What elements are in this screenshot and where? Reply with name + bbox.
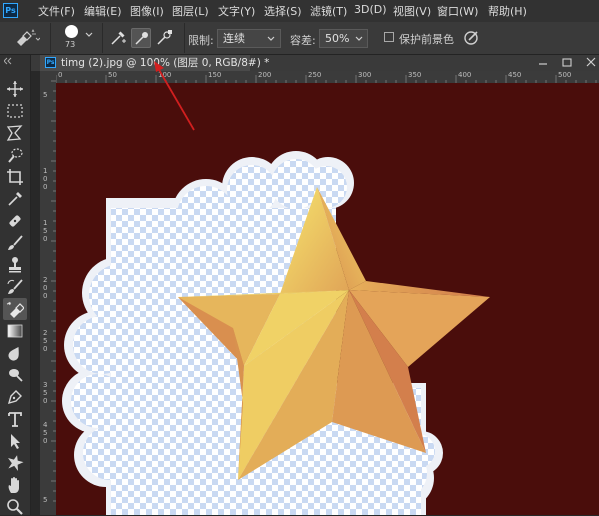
sampling-once-button[interactable] — [131, 28, 151, 48]
ruler-label: 200 — [258, 71, 272, 79]
annotation-arrow — [154, 61, 195, 131]
limit-dropdown[interactable]: 连续 — [217, 29, 281, 48]
gradient-tool-icon[interactable] — [6, 322, 24, 340]
menu-type[interactable]: 文字(Y) — [218, 3, 255, 19]
ruler-label: 5 — [43, 91, 48, 99]
document-canvas[interactable] — [56, 83, 599, 515]
type-tool-icon[interactable] — [6, 410, 24, 428]
clone-stamp-tool-icon[interactable] — [6, 256, 24, 274]
menu-3d[interactable]: 3D(D) — [354, 3, 387, 16]
eyedropper-tool-icon[interactable] — [6, 190, 24, 208]
move-tool-icon[interactable] — [6, 80, 24, 98]
menu-view[interactable]: 视图(V) — [393, 3, 431, 19]
brush-preview-icon[interactable] — [65, 25, 78, 38]
crop-tool-icon[interactable] — [6, 168, 24, 186]
ruler-label: 50 — [108, 71, 117, 79]
ruler-label: 500 — [558, 71, 572, 79]
ruler-label: 3 5 0 — [43, 381, 48, 405]
pressure-size-icon[interactable] — [463, 29, 481, 47]
ruler-label: 400 — [458, 71, 472, 79]
chevron-down-icon[interactable] — [85, 32, 93, 38]
ruler-label: 2 0 0 — [43, 276, 48, 300]
pen-tool-icon[interactable] — [6, 388, 24, 406]
dodge-tool-icon[interactable] — [6, 366, 24, 384]
menu-layer[interactable]: 图层(L) — [172, 3, 209, 19]
menu-image[interactable]: 图像(I) — [130, 3, 164, 19]
close-icon[interactable] — [585, 57, 597, 67]
options-bar: 73 限制: 连续 容差: 50% 保护前景色 — [0, 22, 599, 55]
tolerance-label: 容差: — [290, 34, 316, 47]
ruler-label: 350 — [408, 71, 422, 79]
sampling-continuous-button[interactable] — [108, 28, 128, 48]
healing-brush-tool-icon[interactable] — [6, 212, 24, 230]
vertical-ruler: 5 1 0 0 1 5 0 2 0 0 2 5 0 3 5 0 4 5 0 5 — [40, 71, 57, 515]
ps-document-icon: Ps — [45, 57, 56, 68]
ruler-label: 1 5 0 — [43, 219, 48, 243]
menu-filter[interactable]: 滤镜(T) — [310, 3, 347, 19]
limit-value: 连续 — [223, 32, 245, 45]
sampling-background-swatch-button[interactable] — [154, 28, 174, 48]
ruler-label: 2 5 0 — [43, 329, 48, 353]
divider — [50, 23, 51, 53]
ruler-label: 1 0 0 — [43, 167, 48, 191]
ruler-label: 4 5 0 — [43, 421, 48, 445]
ruler-label: 0 — [58, 71, 63, 79]
tolerance-value: 50% — [325, 32, 350, 45]
limit-label: 限制: — [188, 34, 214, 47]
ruler-label: 5 — [43, 496, 48, 504]
custom-shape-tool-icon[interactable] — [6, 454, 24, 472]
path-select-tool-icon[interactable] — [6, 432, 24, 450]
menu-select[interactable]: 选择(S) — [264, 3, 302, 19]
menu-bar: Ps 文件(F) 编辑(E) 图像(I) 图层(L) 文字(Y) 选择(S) 滤… — [0, 0, 599, 22]
history-brush-tool-icon[interactable] — [6, 278, 24, 296]
hand-tool-icon[interactable] — [6, 476, 24, 494]
canvas-image — [62, 151, 490, 515]
ruler-label: 450 — [508, 71, 522, 79]
background-eraser-tool-icon[interactable] — [6, 300, 24, 318]
maximize-icon[interactable] — [562, 57, 572, 67]
menu-window[interactable]: 窗口(W) — [437, 3, 478, 19]
ruler-label: 250 — [308, 71, 322, 79]
protect-foreground-label: 保护前景色 — [399, 33, 454, 46]
lasso-tool-icon[interactable] — [6, 124, 24, 142]
minimize-icon[interactable] — [538, 59, 548, 67]
menu-edit[interactable]: 编辑(E) — [84, 3, 122, 19]
brush-tool-icon[interactable] — [6, 234, 24, 252]
photoshop-logo-icon[interactable]: Ps — [3, 3, 18, 18]
divider — [184, 23, 185, 53]
tolerance-field[interactable]: 50% — [319, 29, 368, 48]
chevron-down-icon — [355, 36, 363, 41]
menu-file[interactable]: 文件(F) — [38, 3, 75, 19]
ruler-label: 300 — [358, 71, 372, 79]
zoom-tool-icon[interactable] — [6, 498, 24, 516]
brush-size-value: 73 — [65, 40, 76, 49]
panel-collapse-icon[interactable] — [4, 57, 26, 65]
chevron-down-icon — [267, 36, 275, 41]
quick-select-tool-icon[interactable] — [6, 146, 24, 164]
protect-foreground-checkbox[interactable] — [384, 32, 394, 42]
divider — [102, 23, 103, 53]
menu-help[interactable]: 帮助(H) — [488, 3, 527, 19]
tools-panel — [0, 55, 31, 515]
ruler-label: 150 — [208, 71, 222, 79]
document-tab[interactable]: Ps timg (2).jpg @ 100% (图层 0, RGB/8#) * — [40, 55, 269, 71]
blur-tool-icon[interactable] — [6, 344, 24, 362]
tool-preset-icon[interactable] — [14, 29, 40, 47]
marquee-tool-icon[interactable] — [6, 102, 24, 120]
